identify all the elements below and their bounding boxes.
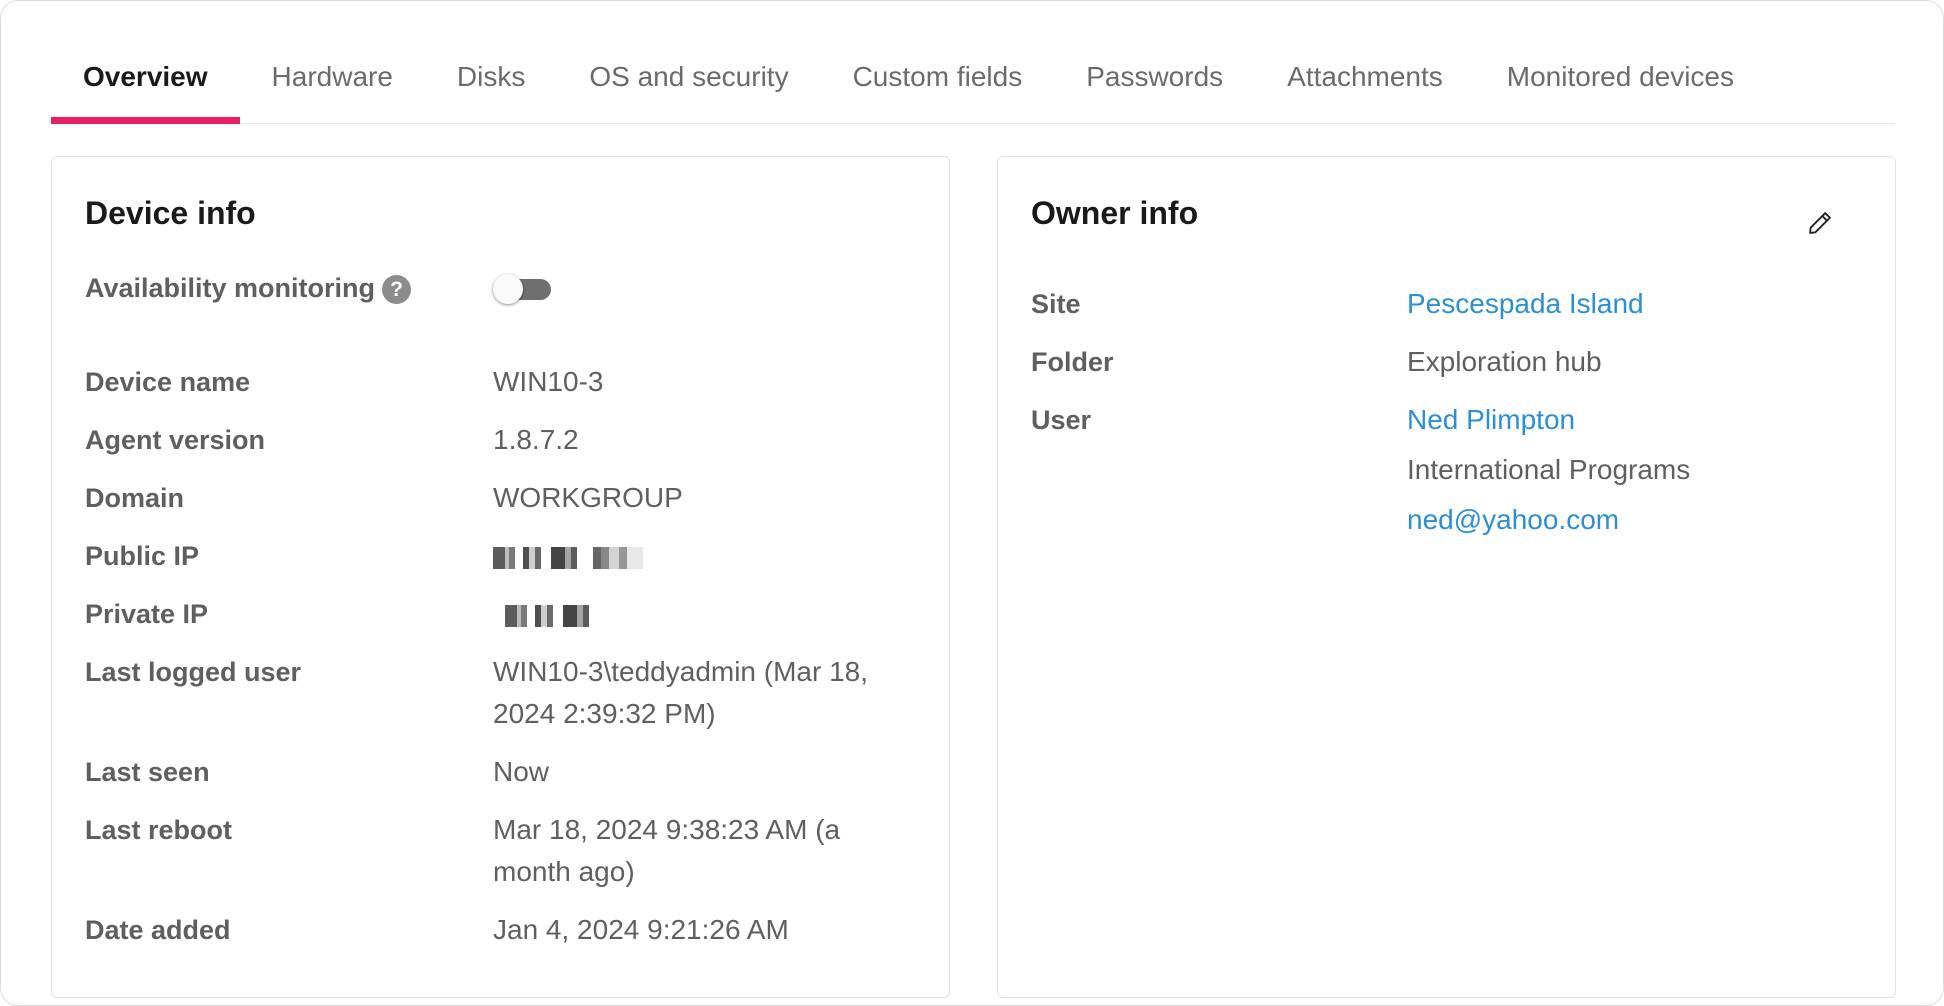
folder-value: Exploration hub: [1407, 346, 1602, 377]
toggle-knob: [493, 274, 523, 304]
tab-disks[interactable]: Disks: [425, 37, 557, 123]
availability-monitoring-label: Availability monitoring: [85, 273, 376, 303]
tab-monitored-devices[interactable]: Monitored devices: [1475, 37, 1766, 123]
tab-overview[interactable]: Overview: [51, 37, 240, 124]
tab-os-and-security[interactable]: OS and security: [557, 37, 820, 123]
date-added-label: Date added: [85, 915, 231, 945]
public-ip-label: Public IP: [85, 541, 200, 571]
device-info-title: Device info: [85, 195, 256, 231]
last-seen-value: Now: [493, 756, 550, 787]
pencil-icon[interactable]: [1806, 209, 1834, 237]
tab-attachments[interactable]: Attachments: [1255, 37, 1475, 123]
site-link[interactable]: Pescespada Island: [1407, 283, 1644, 325]
user-email-link[interactable]: ned@yahoo.com: [1407, 499, 1619, 541]
device-name-label: Device name: [85, 367, 251, 397]
agent-version-label: Agent version: [85, 425, 266, 455]
last-logged-user-value: WIN10-3\teddyadmin (Mar 18, 2024 2:39:32…: [493, 656, 869, 729]
help-icon[interactable]: ?: [382, 275, 411, 304]
date-added-value: Jan 4, 2024 9:21:26 AM: [493, 914, 789, 945]
owner-info-card: Owner info Site Pescespada Island Folder…: [997, 156, 1896, 998]
site-label: Site: [1031, 289, 1081, 319]
user-name-link[interactable]: Ned Plimpton: [1407, 399, 1575, 441]
tab-custom-fields[interactable]: Custom fields: [821, 37, 1055, 123]
owner-info-title: Owner info: [1031, 195, 1199, 231]
device-info-card: Device info Availability monitoring ? De…: [51, 156, 950, 998]
public-ip-redacted: [493, 547, 643, 569]
tab-hardware[interactable]: Hardware: [240, 37, 425, 123]
last-reboot-value: Mar 18, 2024 9:38:23 AM (a month ago): [493, 814, 841, 887]
agent-version-value: 1.8.7.2: [493, 424, 579, 455]
private-ip-redacted: [505, 605, 605, 627]
last-reboot-label: Last reboot: [85, 815, 233, 845]
availability-monitoring-toggle[interactable]: [493, 274, 552, 304]
folder-label: Folder: [1031, 347, 1114, 377]
device-details-panel: Overview Hardware Disks OS and security …: [0, 0, 1944, 1006]
user-label: User: [1031, 405, 1092, 435]
last-logged-user-label: Last logged user: [85, 657, 302, 687]
last-seen-label: Last seen: [85, 757, 210, 787]
tab-passwords[interactable]: Passwords: [1054, 37, 1255, 123]
device-name-value: WIN10-3: [493, 366, 604, 397]
private-ip-label: Private IP: [85, 599, 209, 629]
domain-label: Domain: [85, 483, 185, 513]
tab-bar: Overview Hardware Disks OS and security …: [51, 37, 1895, 124]
user-department: International Programs: [1407, 454, 1691, 485]
domain-value: WORKGROUP: [493, 482, 683, 513]
